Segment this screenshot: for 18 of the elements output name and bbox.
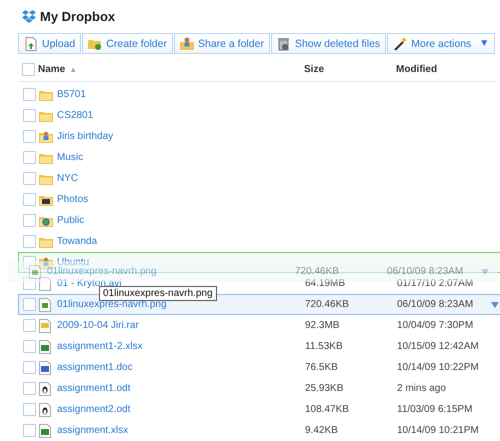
modified-date: 10/14/09 10:22PM bbox=[397, 362, 480, 373]
file-size: 76.5KB bbox=[305, 362, 339, 373]
modified-date: 11/03/09 6:15PM bbox=[397, 404, 474, 415]
file-size: 92.3MB bbox=[305, 320, 340, 331]
file-size: 9.42KB bbox=[305, 425, 339, 436]
file-size: 108.47KB bbox=[305, 404, 350, 415]
modified-date: 2 mins ago bbox=[397, 383, 447, 394]
drag-tooltip: 01linuxexpres-navrh.png bbox=[99, 286, 217, 301]
file-size: 720.46KB bbox=[305, 299, 350, 310]
modified-date: 06/10/09 8:23AM bbox=[397, 299, 474, 310]
modified-date: 01/17/10 2:07AM bbox=[397, 278, 474, 289]
file-size: 11.53KB bbox=[305, 341, 344, 352]
file-size: 64.19MB bbox=[305, 278, 346, 289]
modified-date: 10/15/09 12:42AM bbox=[397, 341, 480, 352]
modified-date: 10/04/09 7:30PM bbox=[397, 320, 474, 331]
modified-date: 10/14/09 10:21PM bbox=[397, 425, 480, 436]
page-title: My Dropbox bbox=[40, 9, 116, 24]
file-size: 25.93KB bbox=[305, 383, 344, 394]
